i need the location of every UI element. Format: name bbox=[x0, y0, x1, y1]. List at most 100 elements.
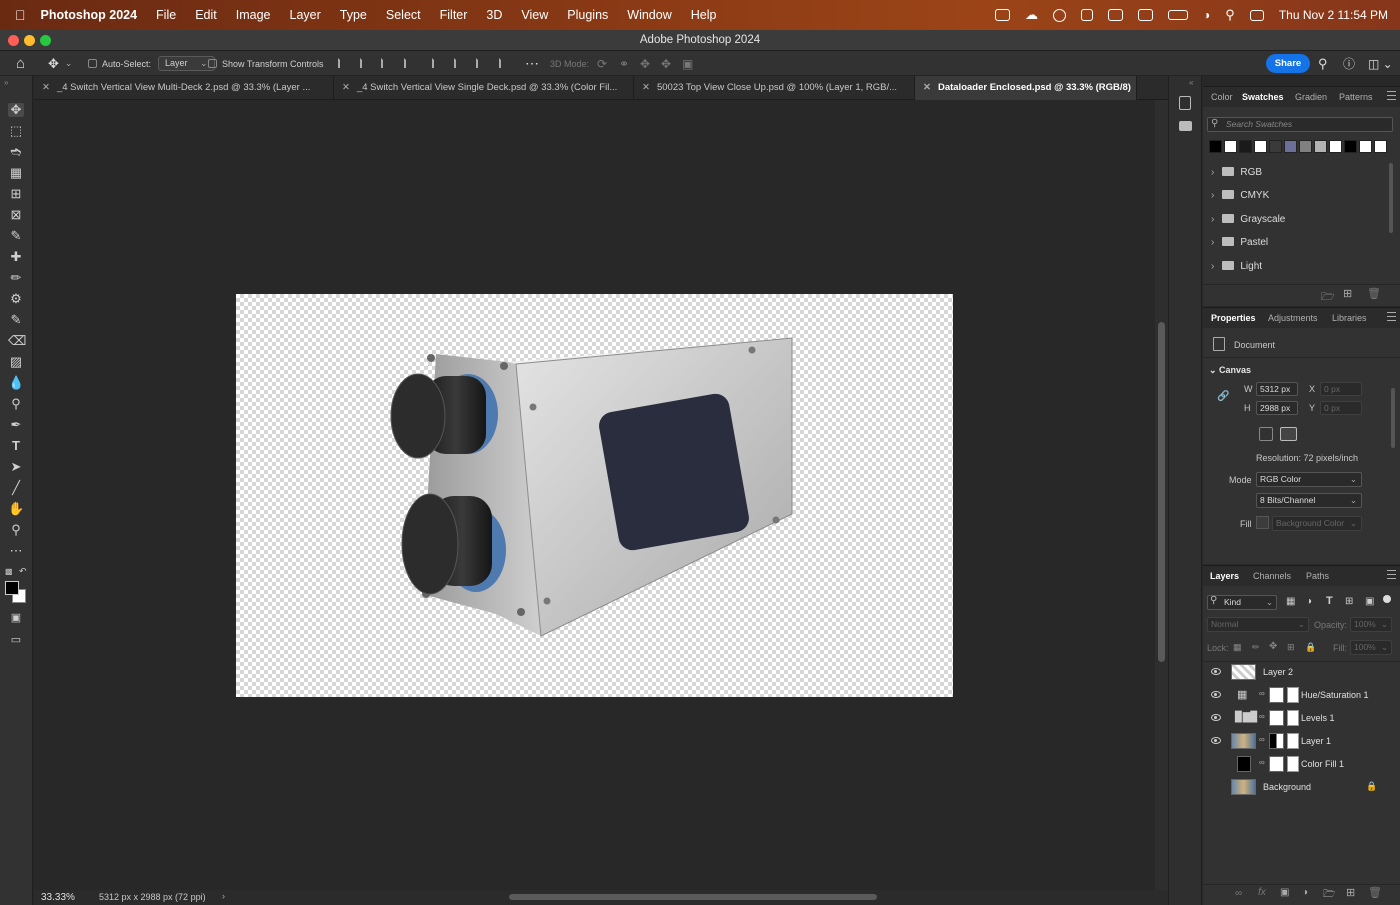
healing-brush-tool-icon[interactable]: ✚ bbox=[8, 250, 24, 264]
tab-libraries[interactable]: Libraries bbox=[1332, 308, 1367, 328]
tab-channels[interactable]: Channels bbox=[1253, 566, 1291, 586]
display-icon[interactable] bbox=[1138, 9, 1154, 21]
width-field[interactable]: 5312 px bbox=[1256, 382, 1298, 396]
status-app-icon[interactable] bbox=[995, 9, 1011, 21]
color-swatch[interactable] bbox=[1344, 140, 1357, 153]
object-selection-tool-icon[interactable]: ▦ bbox=[8, 166, 24, 180]
visibility-eye-icon[interactable] bbox=[1211, 668, 1221, 675]
menu-plugins[interactable]: Plugins bbox=[567, 8, 608, 22]
align-middle-icon[interactable] bbox=[454, 58, 464, 68]
minimize-window-button[interactable] bbox=[24, 35, 35, 46]
3d-orbit-icon[interactable]: ⟳ bbox=[597, 51, 607, 76]
new-group-icon[interactable]: 🗁 bbox=[1321, 288, 1335, 307]
search-icon[interactable]: ⚲ bbox=[1225, 7, 1235, 23]
zoom-level[interactable]: 33.33% bbox=[41, 892, 75, 903]
zoom-window-button[interactable] bbox=[40, 35, 51, 46]
show-transform-checkbox[interactable] bbox=[208, 59, 217, 68]
new-group-icon[interactable]: 🗁 bbox=[1323, 887, 1335, 904]
y-field[interactable]: 0 px bbox=[1320, 401, 1362, 415]
color-swatch[interactable] bbox=[1374, 140, 1387, 153]
gradient-tool-icon[interactable]: ▨ bbox=[8, 355, 24, 369]
fill-dropdown[interactable]: Background Color ⌄ bbox=[1272, 516, 1362, 531]
3d-roll-icon[interactable]: ⚭ bbox=[619, 51, 629, 76]
swatch-group-cmyk[interactable]: › CMYK bbox=[1211, 184, 1269, 207]
menu-3d[interactable]: 3D bbox=[486, 8, 502, 22]
adobe-icon[interactable] bbox=[1081, 9, 1094, 21]
filter-adjustment-icon[interactable]: ◑ bbox=[1306, 596, 1312, 607]
swatches-search-input[interactable]: Search Swatches bbox=[1207, 117, 1393, 132]
tab-multi-deck[interactable]: ✕ _4 Switch Vertical View Multi-Deck 2.ps… bbox=[34, 76, 334, 100]
menu-layer[interactable]: Layer bbox=[290, 8, 321, 22]
more-options-icon[interactable]: ⋯ bbox=[525, 51, 539, 76]
auto-select-checkbox[interactable] bbox=[88, 59, 97, 68]
3d-slide-icon[interactable]: ✥ bbox=[661, 51, 671, 76]
color-swatch[interactable] bbox=[1314, 140, 1327, 153]
cloud-icon[interactable]: ☁ bbox=[1025, 7, 1038, 23]
eraser-tool-icon[interactable]: ⌫ bbox=[8, 334, 26, 348]
tab-top-view[interactable]: ✕ 50023 Top View Close Up.psd @ 100% (Lay… bbox=[634, 76, 915, 100]
history-panel-icon[interactable] bbox=[1179, 96, 1191, 110]
visibility-off-icon[interactable] bbox=[1211, 760, 1221, 768]
collapse-toolbar-icon[interactable]: » bbox=[4, 78, 8, 87]
panel-menu-icon[interactable] bbox=[1387, 91, 1396, 100]
distribute-icon[interactable] bbox=[404, 58, 414, 68]
filter-pixel-icon[interactable]: ▦ bbox=[1286, 596, 1295, 607]
close-window-button[interactable] bbox=[8, 35, 19, 46]
move-tool-icon[interactable]: ✥ bbox=[8, 103, 24, 117]
filter-shape-icon[interactable]: ⊞ bbox=[1345, 596, 1353, 607]
color-swatch[interactable] bbox=[1224, 140, 1237, 153]
crop-tool-icon[interactable]: ⊞ bbox=[8, 187, 24, 201]
landscape-orientation-icon[interactable] bbox=[1280, 427, 1297, 441]
layer-row-background[interactable]: Background 🔒 bbox=[1203, 776, 1400, 799]
color-swatch[interactable] bbox=[1299, 140, 1312, 153]
tab-adjustments[interactable]: Adjustments bbox=[1268, 308, 1318, 328]
canvas-section-toggle[interactable]: ⌄ Canvas bbox=[1209, 365, 1251, 376]
tab-single-deck[interactable]: ✕ _4 Switch Vertical View Single Deck.psd… bbox=[334, 76, 634, 100]
tab-patterns[interactable]: Patterns bbox=[1339, 87, 1373, 107]
collapse-panels-icon[interactable]: « bbox=[1189, 78, 1193, 87]
color-swatch[interactable] bbox=[1239, 140, 1252, 153]
wifi-icon[interactable]: ◑ bbox=[1203, 8, 1210, 22]
sync-icon[interactable] bbox=[1108, 9, 1124, 21]
status-expand-icon[interactable]: › bbox=[222, 891, 225, 901]
workspace-icon[interactable]: ◫ ⌄ bbox=[1368, 51, 1393, 76]
menu-view[interactable]: View bbox=[521, 8, 548, 22]
visibility-eye-icon[interactable] bbox=[1211, 714, 1221, 721]
clone-stamp-tool-icon[interactable]: ⚙ bbox=[8, 292, 24, 306]
lock-artboard-icon[interactable]: ⊞ bbox=[1287, 642, 1295, 653]
swatches-scrollbar[interactable] bbox=[1389, 163, 1393, 233]
eyedropper-tool-icon[interactable]: ✎ bbox=[8, 229, 24, 243]
edit-toolbar-icon[interactable]: ⋯ bbox=[8, 544, 24, 558]
new-layer-icon[interactable]: ⊞ bbox=[1346, 886, 1355, 899]
tab-dataloader-enclosed[interactable]: ✕ Dataloader Enclosed.psd @ 33.3% (RGB/8) bbox=[915, 76, 1137, 100]
default-colors-icon[interactable]: ▩ bbox=[5, 567, 13, 576]
menu-filter[interactable]: Filter bbox=[440, 8, 468, 22]
document-info[interactable]: 5312 px x 2988 px (72 ppi) bbox=[99, 892, 206, 902]
lasso-tool-icon[interactable]: ➬ bbox=[8, 145, 24, 159]
close-tab-icon[interactable]: ✕ bbox=[923, 82, 931, 93]
layer-style-icon[interactable]: fx bbox=[1258, 887, 1266, 898]
opacity-field[interactable]: 100% ⌄ bbox=[1350, 617, 1392, 632]
menu-image[interactable]: Image bbox=[236, 8, 271, 22]
vertical-scrollbar[interactable] bbox=[1155, 100, 1168, 890]
bit-depth-dropdown[interactable]: 8 Bits/Channel ⌄ bbox=[1256, 493, 1362, 508]
filter-toggle-icon[interactable] bbox=[1383, 595, 1391, 603]
close-tab-icon[interactable]: ✕ bbox=[42, 82, 50, 93]
height-field[interactable]: 2988 px bbox=[1256, 401, 1298, 415]
tab-properties[interactable]: Properties bbox=[1211, 308, 1256, 328]
lock-all-icon[interactable]: 🔒 bbox=[1305, 642, 1316, 653]
panel-menu-icon[interactable] bbox=[1387, 570, 1396, 579]
filter-smart-object-icon[interactable]: ▣ bbox=[1365, 596, 1374, 607]
tab-swatches[interactable]: Swatches bbox=[1242, 87, 1284, 107]
properties-scrollbar[interactable] bbox=[1391, 388, 1395, 448]
control-center-icon[interactable] bbox=[1249, 9, 1264, 21]
lock-image-icon[interactable]: ✏ bbox=[1252, 642, 1260, 653]
screen-mode-icon[interactable]: ▭ bbox=[8, 633, 24, 647]
align-bottom-icon[interactable] bbox=[476, 58, 486, 68]
add-mask-icon[interactable]: ▣ bbox=[1280, 887, 1289, 898]
zoom-tool-icon[interactable]: ⚲ bbox=[8, 523, 24, 537]
link-dimensions-icon[interactable]: 🔗 bbox=[1217, 391, 1229, 402]
layer-row-layer-1[interactable]: ∞ Layer 1 bbox=[1203, 730, 1400, 753]
line-tool-icon[interactable]: ╱ bbox=[8, 481, 24, 495]
swap-colors-icon[interactable]: ↶ bbox=[19, 566, 27, 577]
